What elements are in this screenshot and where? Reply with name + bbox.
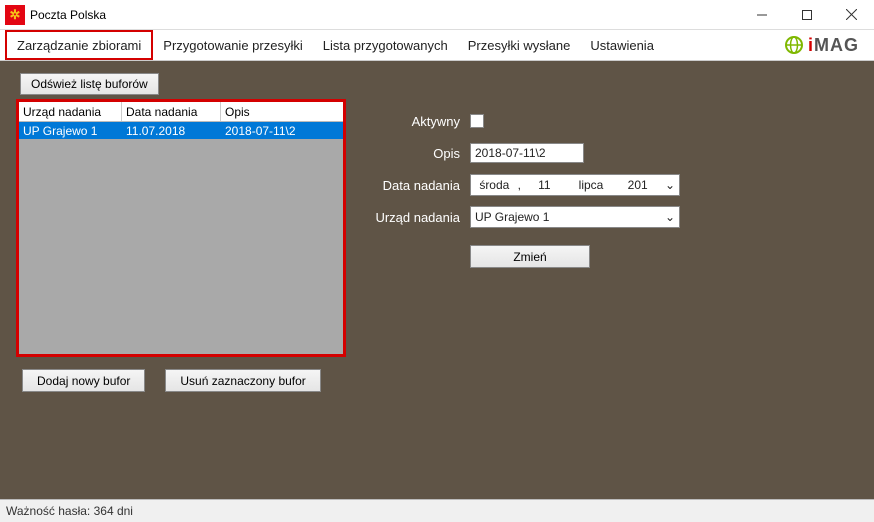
- buffer-table: Urząd nadania Data nadania Opis UP Graje…: [16, 99, 346, 357]
- cell-office: UP Grajewo 1: [19, 122, 122, 139]
- chevron-down-icon: ⌄: [661, 210, 679, 224]
- office-select[interactable]: UP Grajewo 1 ⌄: [470, 206, 680, 228]
- menu-zarzadzanie[interactable]: Zarządzanie zbiorami: [5, 30, 153, 60]
- change-button[interactable]: Zmień: [470, 245, 590, 268]
- desc-input[interactable]: [470, 143, 584, 163]
- minimize-icon: [757, 10, 767, 20]
- chevron-down-icon: ⌄: [661, 178, 679, 192]
- maximize-button[interactable]: [784, 0, 829, 30]
- date-picker[interactable]: środa , 11 lipca 201 ⌄: [470, 174, 680, 196]
- edit-form: Aktywny Opis Data nadania środa , 11 lip…: [360, 105, 680, 268]
- app-icon: ✲: [5, 5, 25, 25]
- menu-lista[interactable]: Lista przygotowanych: [313, 30, 458, 60]
- window-title: Poczta Polska: [30, 8, 739, 22]
- refresh-button[interactable]: Odśwież listę buforów: [20, 73, 159, 95]
- menu-bar: Zarządzanie zbiorami Przygotowanie przes…: [0, 30, 874, 61]
- menu-wyslane[interactable]: Przesyłki wysłane: [458, 30, 581, 60]
- col-desc[interactable]: Opis: [221, 102, 343, 121]
- active-checkbox[interactable]: [470, 114, 484, 128]
- status-bar: Ważność hasła: 364 dni: [0, 499, 874, 522]
- maximize-icon: [802, 10, 812, 20]
- menu-przygotowanie[interactable]: Przygotowanie przesyłki: [153, 30, 312, 60]
- close-icon: [846, 9, 857, 20]
- content-area: Odśwież listę buforów Urząd nadania Data…: [0, 61, 874, 499]
- label-date: Data nadania: [360, 178, 470, 193]
- add-buffer-button[interactable]: Dodaj nowy bufor: [22, 369, 145, 392]
- globe-icon: [784, 35, 804, 55]
- table-header: Urząd nadania Data nadania Opis: [19, 102, 343, 122]
- title-bar: ✲ Poczta Polska: [0, 0, 874, 30]
- label-desc: Opis: [360, 146, 470, 161]
- label-office: Urząd nadania: [360, 210, 470, 225]
- col-office[interactable]: Urząd nadania: [19, 102, 122, 121]
- delete-buffer-button[interactable]: Usuń zaznaczony bufor: [165, 369, 320, 392]
- label-active: Aktywny: [360, 114, 470, 129]
- col-date[interactable]: Data nadania: [122, 102, 221, 121]
- minimize-button[interactable]: [739, 0, 784, 30]
- status-text: Ważność hasła: 364 dni: [6, 504, 133, 518]
- cell-date: 11.07.2018: [122, 122, 221, 139]
- cell-desc: 2018-07-11\2: [221, 122, 343, 139]
- table-row[interactable]: UP Grajewo 1 11.07.2018 2018-07-11\2: [19, 122, 343, 139]
- menu-ustawienia[interactable]: Ustawienia: [580, 30, 664, 60]
- close-button[interactable]: [829, 0, 874, 30]
- brand-logo: iMAG: [784, 30, 869, 60]
